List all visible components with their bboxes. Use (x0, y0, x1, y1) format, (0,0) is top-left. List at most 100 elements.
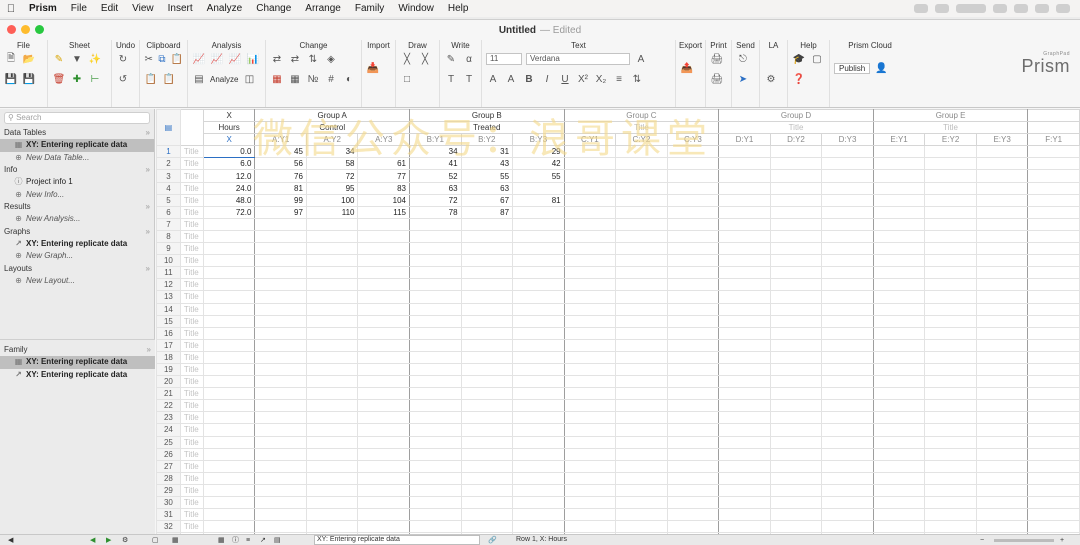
row-title-cell[interactable]: Title (179, 217, 204, 231)
y-value-cell[interactable] (1027, 411, 1080, 425)
y-value-cell[interactable] (1027, 290, 1080, 304)
y-value-cell[interactable] (975, 229, 1029, 244)
y-value-cell[interactable] (512, 387, 565, 401)
change-icon[interactable]: ⇄ (270, 53, 284, 65)
y-value-cell[interactable] (615, 157, 668, 171)
sidebar-new-data-table[interactable]: ⊕ New Data Table... (0, 152, 154, 165)
y-value-cell[interactable] (1027, 242, 1080, 256)
y-value-cell[interactable] (821, 508, 874, 522)
y-value-cell[interactable] (254, 362, 307, 377)
view-layout-icon[interactable]: ▤ (274, 536, 281, 544)
row-number[interactable]: 11 (156, 266, 181, 280)
y-value-cell[interactable] (460, 314, 514, 328)
results-icon[interactable]: ◫ (242, 73, 256, 85)
y-value-cell[interactable] (409, 217, 462, 231)
y-value-cell[interactable] (1027, 362, 1080, 377)
y-value-cell[interactable]: 76 (254, 169, 307, 183)
y-value-cell[interactable] (666, 387, 720, 401)
x-value-cell[interactable] (202, 217, 256, 231)
y-value-cell[interactable] (975, 423, 1029, 437)
y-value-cell[interactable] (718, 471, 771, 485)
x-value-cell[interactable] (202, 362, 256, 377)
y-value-cell[interactable] (718, 483, 771, 498)
row-title-cell[interactable]: Title (179, 229, 204, 244)
tray-icon[interactable] (1056, 4, 1070, 13)
y-value-cell[interactable] (821, 362, 874, 377)
y-value-cell[interactable] (718, 411, 771, 425)
x-value-cell[interactable] (202, 399, 256, 413)
y-value-cell[interactable] (512, 411, 565, 425)
y-value-cell[interactable] (666, 338, 720, 352)
y-value-cell[interactable] (924, 411, 977, 425)
y-value-cell[interactable] (305, 483, 359, 498)
y-value-cell[interactable] (254, 471, 307, 485)
y-value-cell[interactable] (615, 435, 668, 449)
y-value-cell[interactable] (357, 520, 411, 534)
y-value-cell[interactable] (666, 266, 720, 280)
row-number[interactable]: 26 (156, 447, 181, 461)
x-value-cell[interactable] (202, 471, 256, 485)
y-value-cell[interactable] (615, 520, 668, 534)
y-value-cell[interactable] (357, 290, 411, 304)
y-value-cell[interactable]: 115 (357, 205, 411, 219)
print-icon[interactable]: 🖨 (710, 53, 724, 65)
apple-icon[interactable]:  (0, 3, 22, 15)
y-value-cell[interactable] (769, 290, 823, 304)
y-value-cell[interactable] (357, 459, 411, 473)
y-value-cell[interactable] (357, 508, 411, 522)
y-value-cell[interactable] (975, 290, 1029, 304)
y-value-cell[interactable] (718, 508, 771, 522)
x-value-cell[interactable] (202, 508, 256, 522)
y-value-cell[interactable]: 100 (305, 193, 359, 207)
tray-icon[interactable] (1035, 4, 1049, 13)
y-value-cell[interactable]: 45 (254, 145, 307, 159)
x-value-cell[interactable] (202, 411, 256, 425)
y-value-cell[interactable]: 43 (460, 157, 514, 171)
y-value-cell[interactable] (563, 254, 617, 268)
y-value-cell[interactable] (305, 290, 359, 304)
y-value-cell[interactable] (305, 508, 359, 522)
y-value-cell[interactable] (666, 254, 720, 268)
y-value-cell[interactable] (357, 338, 411, 352)
y-value-cell[interactable] (924, 314, 977, 328)
y-value-cell[interactable] (615, 399, 668, 413)
y-value-cell[interactable] (924, 495, 977, 510)
y-value-cell[interactable] (821, 495, 874, 510)
font-size-down-icon[interactable]: A (504, 73, 518, 85)
y-value-cell[interactable]: 83 (357, 181, 411, 195)
row-title-cell[interactable]: Title (179, 314, 204, 328)
y-value-cell[interactable] (718, 435, 771, 449)
shape-icon[interactable]: □ (400, 73, 414, 85)
y-value-cell[interactable] (563, 242, 617, 256)
y-value-cell[interactable] (1027, 169, 1080, 183)
y-value-cell[interactable] (769, 145, 823, 159)
row-number[interactable]: 15 (156, 314, 181, 328)
column-subheader[interactable]: E:Y1 (872, 133, 926, 147)
y-value-cell[interactable] (924, 302, 977, 316)
y-value-cell[interactable] (615, 350, 668, 364)
italic-icon[interactable]: I (540, 73, 554, 85)
y-value-cell[interactable] (409, 495, 462, 510)
y-value-cell[interactable]: 72 (305, 169, 359, 183)
y-value-cell[interactable] (254, 338, 307, 352)
y-value-cell[interactable] (615, 508, 668, 522)
y-value-cell[interactable] (357, 375, 411, 389)
y-value-cell[interactable] (512, 471, 565, 485)
y-value-cell[interactable] (872, 508, 926, 522)
row-title-cell[interactable]: Title (179, 169, 204, 183)
y-value-cell[interactable] (924, 483, 977, 498)
y-value-cell[interactable] (615, 181, 668, 195)
row-number[interactable]: 24 (156, 423, 181, 437)
row-number[interactable]: 20 (156, 375, 181, 389)
y-value-cell[interactable] (924, 242, 977, 256)
undo-icon[interactable]: ↺ (116, 73, 130, 85)
y-value-cell[interactable] (305, 520, 359, 534)
subscript-icon[interactable]: X₂ (594, 73, 608, 85)
y-value-cell[interactable] (924, 229, 977, 244)
y-value-cell[interactable] (460, 411, 514, 425)
y-value-cell[interactable] (975, 181, 1029, 195)
x-value-cell[interactable]: 24.0 (202, 181, 256, 195)
alpha-icon[interactable]: α (462, 53, 476, 65)
y-value-cell[interactable] (1027, 387, 1080, 401)
row-title-cell[interactable]: Title (179, 181, 204, 195)
